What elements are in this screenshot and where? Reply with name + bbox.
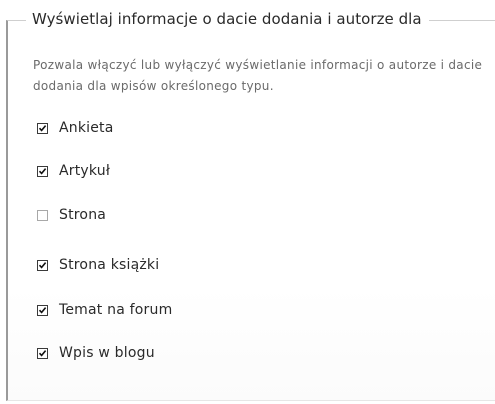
checkmark-icon — [38, 167, 47, 175]
option-strona[interactable]: Strona — [37, 204, 106, 226]
option-label: Temat na forum — [59, 302, 173, 318]
option-ankieta[interactable]: Ankieta — [37, 117, 114, 139]
checkbox-wpis-w-blogu[interactable] — [37, 347, 48, 359]
checkbox-ankieta[interactable] — [37, 122, 48, 134]
option-label: Strona książki — [59, 257, 160, 273]
checkmark-icon — [38, 124, 47, 132]
option-label: Ankieta — [59, 120, 114, 136]
checkbox-strona-ksiazki[interactable] — [37, 259, 48, 271]
fieldset-description: Pozwala włączyć lub wyłączyć wyświetlani… — [33, 58, 483, 93]
checkbox-strona[interactable] — [37, 209, 48, 221]
checkbox-artykul[interactable] — [37, 165, 48, 177]
checkbox-temat-na-forum[interactable] — [37, 304, 48, 316]
option-wpis-w-blogu[interactable]: Wpis w blogu — [37, 342, 155, 364]
checkmark-icon — [38, 349, 47, 357]
option-strona-ksiazki[interactable]: Strona książki — [37, 254, 159, 276]
option-label: Strona — [59, 207, 107, 223]
option-temat-na-forum[interactable]: Temat na forum — [37, 299, 172, 321]
option-label: Artykuł — [59, 163, 111, 179]
checkmark-icon — [38, 306, 47, 314]
fieldset-legend: Wyświetlaj informacje o dacie dodania i … — [26, 9, 429, 29]
option-label: Wpis w blogu — [59, 345, 155, 361]
option-artykul[interactable]: Artykuł — [37, 160, 110, 182]
checkmark-icon — [38, 261, 47, 269]
